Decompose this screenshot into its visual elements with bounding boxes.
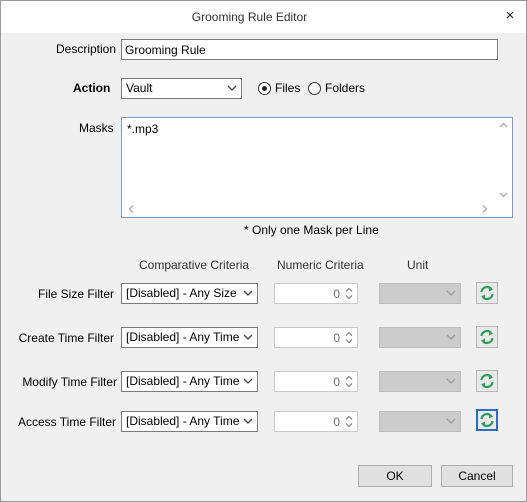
folders-radio-label[interactable]: Folders [325, 81, 365, 95]
window-title: Grooming Rule Editor [191, 10, 308, 24]
masks-value: *.mp3 [127, 122, 159, 136]
file-size-numeric-stepper[interactable]: 0 [274, 283, 358, 304]
refresh-icon [480, 285, 494, 301]
masks-horizontal-scrollbar[interactable] [123, 202, 496, 216]
masks-label: Masks [79, 121, 114, 135]
file-size-filter-label: File Size Filter [37, 287, 114, 301]
access-time-filter-label: Access Time Filter [17, 415, 116, 429]
chevron-down-icon [446, 290, 456, 296]
modify-time-filter-label: Modify Time Filter [22, 375, 117, 389]
title-bar: Grooming Rule Editor × [1, 1, 526, 33]
create-time-refresh-button[interactable] [476, 326, 498, 348]
unit-header: Unit [407, 258, 429, 272]
comparative-criteria-header: Comparative Criteria [139, 258, 250, 272]
access-time-comparative-value: [Disabled] - Any Time [126, 414, 240, 428]
access-time-unit-select[interactable] [379, 411, 461, 432]
action-label: Action [73, 81, 111, 95]
access-time-numeric-stepper[interactable]: 0 [274, 411, 358, 432]
chevron-down-icon [227, 85, 237, 91]
modify-time-numeric-stepper[interactable]: 0 [274, 371, 358, 392]
create-time-numeric-value: 0 [333, 331, 340, 345]
chevron-down-icon [446, 418, 456, 424]
modify-time-numeric-value: 0 [333, 375, 340, 389]
modify-time-unit-select[interactable] [379, 371, 461, 392]
close-icon[interactable]: × [502, 8, 518, 24]
refresh-icon [480, 373, 494, 389]
stepper-arrows-icon[interactable] [342, 329, 356, 346]
stepper-arrows-icon[interactable] [342, 285, 356, 302]
file-size-refresh-button[interactable] [476, 282, 498, 304]
folders-radio[interactable] [308, 82, 321, 95]
action-select[interactable]: Vault [121, 78, 242, 99]
masks-vertical-scrollbar[interactable] [496, 119, 511, 202]
action-select-value: Vault [126, 81, 153, 95]
stepper-arrows-icon[interactable] [342, 413, 356, 430]
file-size-comparative-select[interactable]: [Disabled] - Any Size [121, 283, 258, 304]
chevron-down-icon [243, 290, 253, 296]
create-time-unit-select[interactable] [379, 327, 461, 348]
description-input[interactable] [121, 39, 498, 60]
stepper-arrows-icon[interactable] [342, 373, 356, 390]
refresh-icon [480, 412, 494, 428]
access-time-comparative-select[interactable]: [Disabled] - Any Time [121, 411, 258, 432]
create-time-numeric-stepper[interactable]: 0 [274, 327, 358, 348]
masks-note: * Only one Mask per Line [244, 223, 379, 237]
description-label: Description [56, 42, 117, 56]
create-time-comparative-value: [Disabled] - Any Time [126, 330, 240, 344]
chevron-down-icon [446, 378, 456, 384]
refresh-icon [480, 329, 494, 345]
ok-button[interactable]: OK [358, 465, 432, 487]
files-radio-label[interactable]: Files [275, 81, 300, 95]
chevron-down-icon [243, 334, 253, 340]
masks-textarea[interactable]: *.mp3 [121, 117, 513, 218]
files-radio[interactable] [258, 82, 271, 95]
file-size-numeric-value: 0 [333, 287, 340, 301]
numeric-criteria-header: Numeric Criteria [277, 258, 364, 272]
create-time-filter-label: Create Time Filter [18, 331, 114, 345]
modify-time-refresh-button[interactable] [476, 370, 498, 392]
access-time-refresh-button[interactable] [476, 409, 498, 431]
access-time-numeric-value: 0 [333, 415, 340, 429]
modify-time-comparative-value: [Disabled] - Any Time [126, 374, 240, 388]
chevron-down-icon [243, 418, 253, 424]
chevron-down-icon [446, 334, 456, 340]
file-size-comparative-value: [Disabled] - Any Size [126, 286, 237, 300]
modify-time-comparative-select[interactable]: [Disabled] - Any Time [121, 371, 258, 392]
file-size-unit-select[interactable] [379, 283, 461, 304]
grooming-rule-editor-window: Grooming Rule Editor × Description Actio… [0, 0, 527, 502]
cancel-button[interactable]: Cancel [441, 465, 513, 487]
chevron-down-icon [243, 378, 253, 384]
create-time-comparative-select[interactable]: [Disabled] - Any Time [121, 327, 258, 348]
